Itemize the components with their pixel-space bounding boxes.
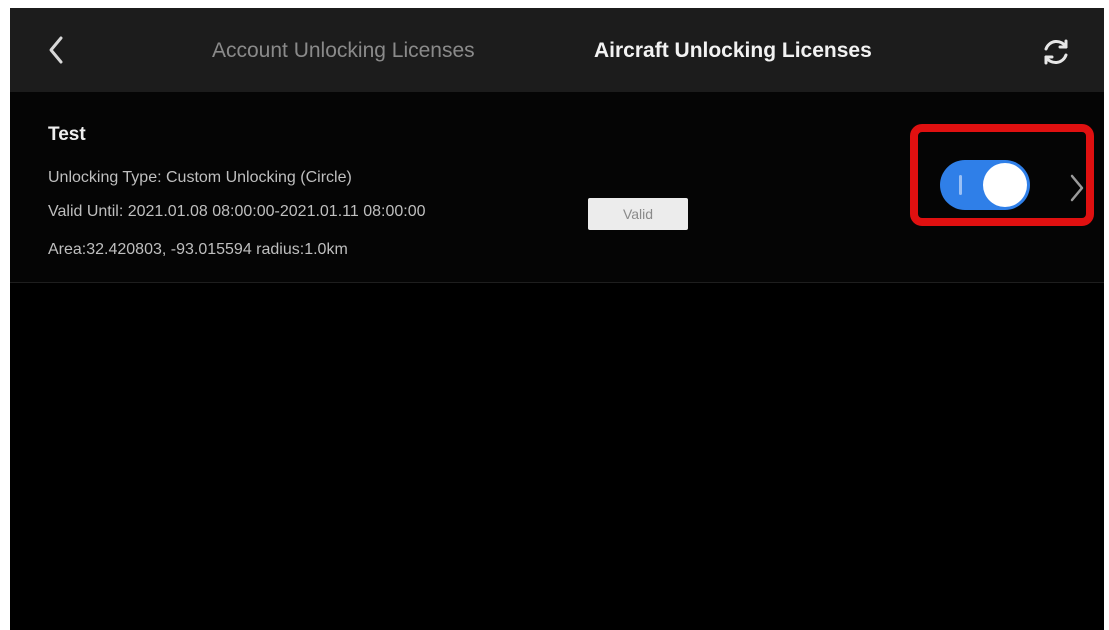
app-screen: Account Unlocking Licenses Aircraft Unlo… <box>10 8 1104 630</box>
tab-account-unlocking-licenses[interactable]: Account Unlocking Licenses <box>212 38 475 64</box>
toggle-on-mark <box>959 175 962 195</box>
chevron-left-icon <box>49 36 63 64</box>
top-bar: Account Unlocking Licenses Aircraft Unlo… <box>10 8 1104 92</box>
unlocking-type-text: Unlocking Type: Custom Unlocking (Circle… <box>48 169 352 186</box>
tab-aircraft-unlocking-licenses[interactable]: Aircraft Unlocking Licenses <box>594 38 872 64</box>
back-button[interactable] <box>36 30 76 70</box>
license-enable-toggle[interactable] <box>940 160 1030 210</box>
chevron-right-icon <box>1070 174 1084 202</box>
valid-until-text: Valid Until: 2021.01.08 08:00:00-2021.01… <box>48 203 426 220</box>
toggle-knob <box>983 163 1027 207</box>
license-detail-button[interactable] <box>1062 168 1092 208</box>
area-text: Area:32.420803, -93.015594 radius:1.0km <box>48 241 348 258</box>
license-title: Test <box>48 124 86 145</box>
sync-icon <box>1044 39 1068 65</box>
status-badge: Valid <box>588 198 688 230</box>
sync-button[interactable] <box>1036 32 1076 72</box>
